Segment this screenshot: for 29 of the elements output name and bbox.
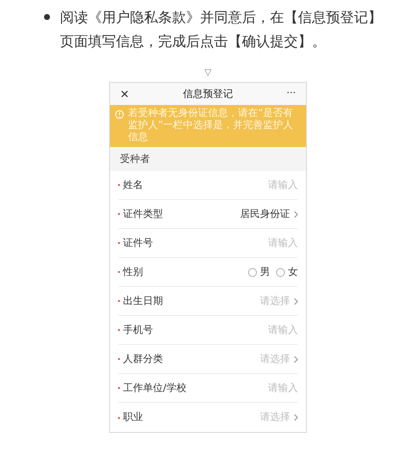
field-label: 姓名 [123,178,143,192]
close-button[interactable]: ✕ [120,88,130,100]
select-field[interactable]: 居民身份证 [240,206,298,222]
input-field[interactable]: 请输入 [228,236,298,250]
chevron-right-icon [294,414,298,421]
chevron-right-icon [294,356,298,362]
radio-option[interactable]: 男 [248,264,270,280]
field-label: 手机号 [123,324,153,338]
bullet-icon [44,14,50,20]
field-label: 职业 [123,410,143,425]
more-button[interactable]: ··· [286,89,296,99]
field-label: 证件类型 [123,208,163,222]
field-label: 证件号 [123,236,153,250]
input-field[interactable]: 请输入 [228,380,298,396]
field-label: 工作单位/学校 [123,382,186,396]
page-title: 信息预登记 [182,88,233,102]
chevron-right-icon [294,298,298,304]
chevron-right-icon [294,210,298,218]
input-field[interactable]: 请输入 [228,322,298,338]
down-arrow-icon: ▽ [204,68,212,78]
section-heading: 受种者 [120,152,150,166]
field-label: 出生日期 [123,294,163,308]
input-field[interactable]: 请输入 [228,178,298,192]
instruction-text: 阅读《用户隐私条款》并同意后，在【信息预登记】页面填写信息，完成后点击【确认提交】。 [60,9,383,52]
radio-option[interactable]: 女 [276,264,298,280]
field-label: 性别 [123,266,143,280]
field-label: 人群分类 [123,352,163,366]
notice-text: 若受种者无身份证信息，请在“是否有监护人”一栏中选择是，并完善监护人信息 [128,108,294,144]
info-icon [115,110,124,119]
